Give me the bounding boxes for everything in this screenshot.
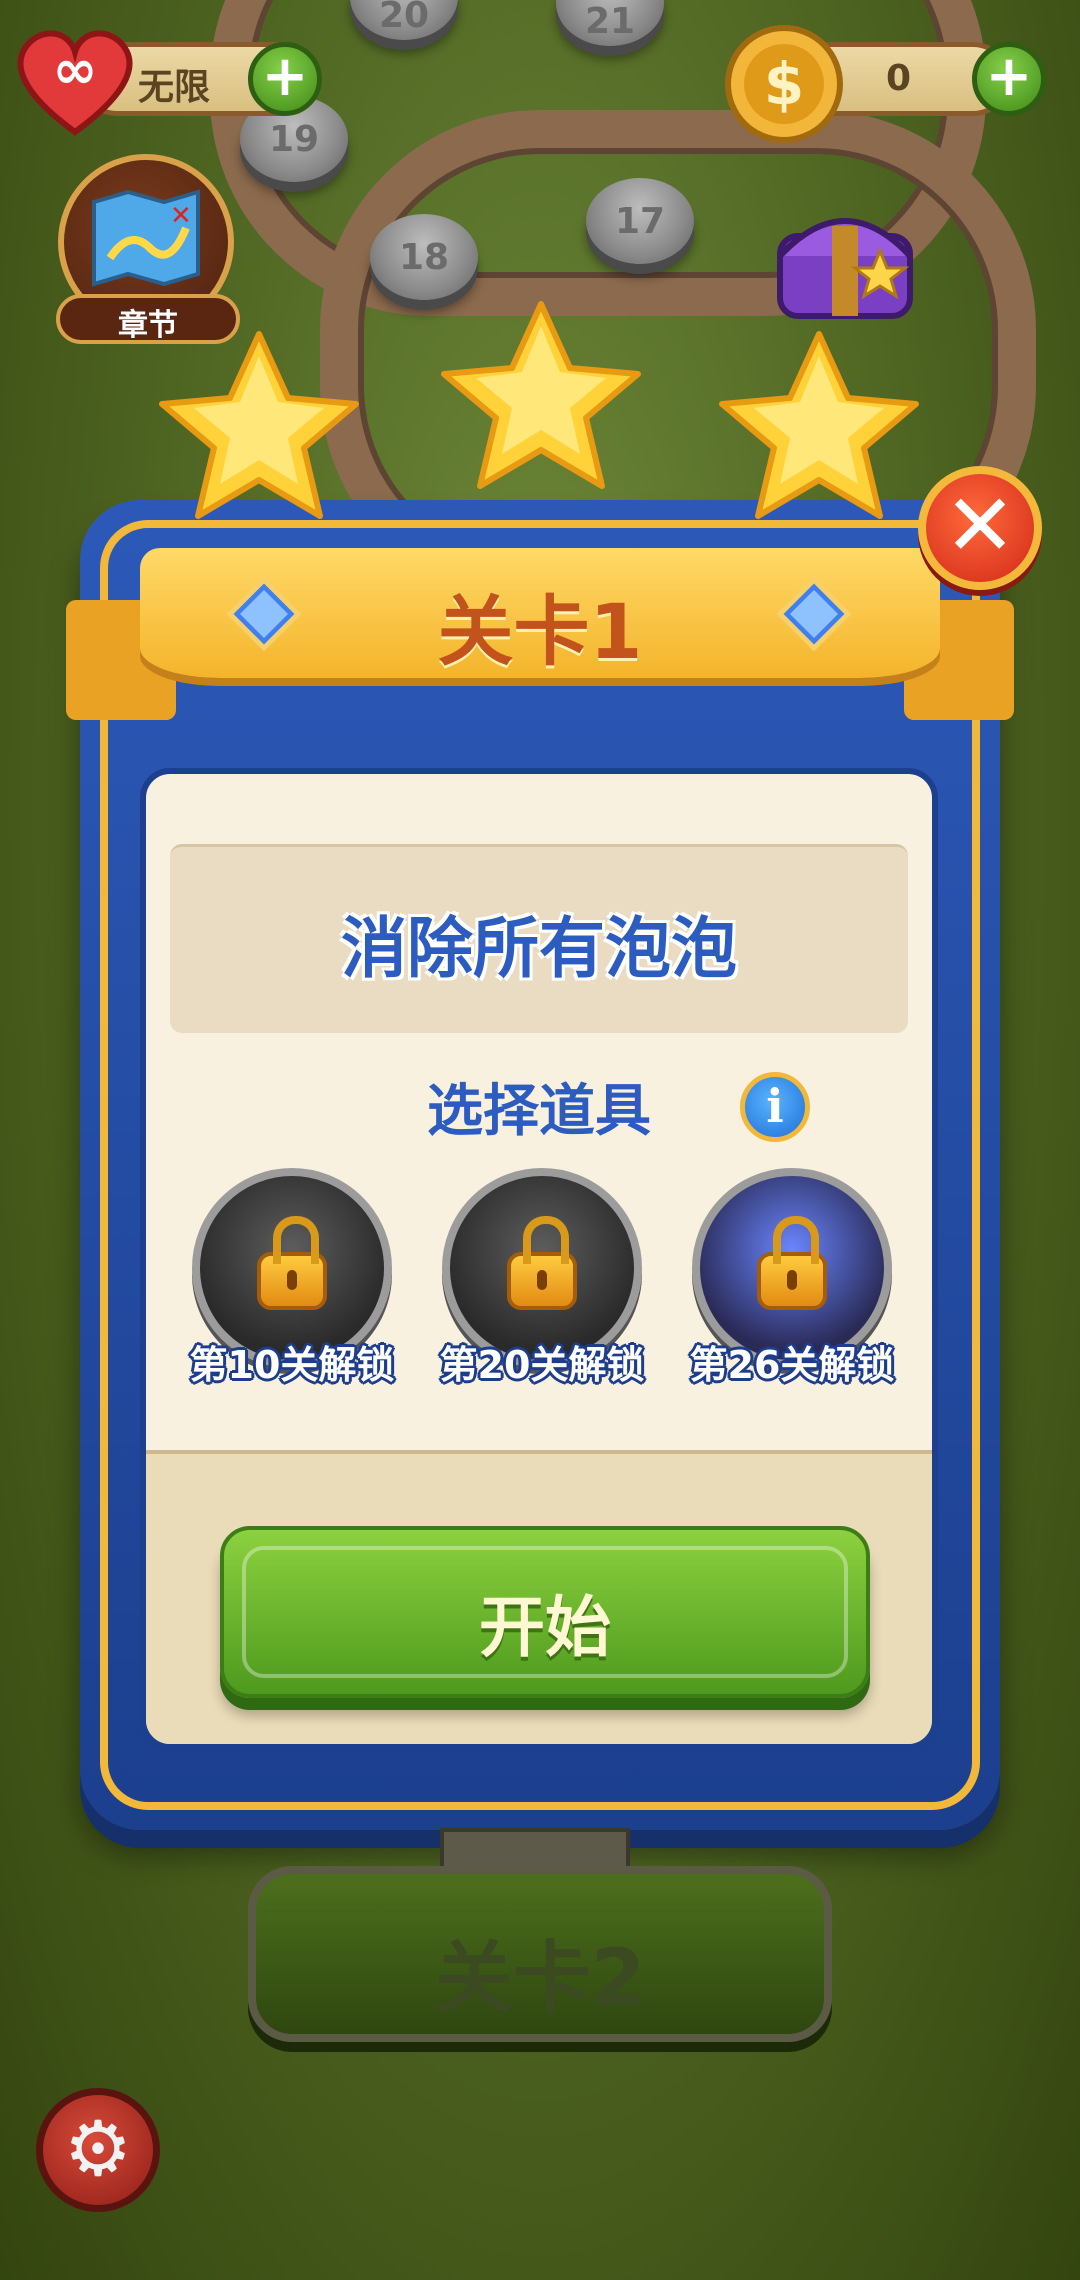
- start-button[interactable]: 开始: [220, 1526, 870, 1698]
- heart-infinity-icon: ∞: [17, 30, 133, 136]
- lock-icon: [507, 1216, 577, 1310]
- next-level-button[interactable]: 关卡2: [248, 1866, 832, 2042]
- lock-icon: [757, 1216, 827, 1310]
- booster-unlock-label: 第20关解锁: [439, 1343, 645, 1387]
- map-level-number: 17: [614, 200, 666, 242]
- coin-icon: $: [725, 25, 843, 143]
- map-level-number: 20: [378, 0, 430, 36]
- map-level-node[interactable]: 17: [586, 178, 694, 264]
- start-button-label: 开始: [479, 1589, 611, 1666]
- map-level-number: 18: [398, 236, 450, 278]
- info-button[interactable]: i: [740, 1072, 810, 1142]
- map-level-number: 21: [584, 1, 636, 42]
- svg-text:∞: ∞: [53, 38, 98, 101]
- next-level-label: 关卡2: [434, 1934, 646, 2024]
- map-icon: ✕: [92, 189, 200, 287]
- treasure-chest-icon[interactable]: [770, 196, 920, 326]
- star-icon: [159, 331, 359, 519]
- svg-text:$: $: [764, 50, 804, 118]
- booster-unlock-label: 第10关解锁: [189, 1343, 395, 1387]
- close-button[interactable]: ✕: [918, 466, 1042, 590]
- settings-gear-icon[interactable]: ⚙: [36, 2088, 160, 2212]
- goal-box: 消除所有泡泡: [170, 844, 908, 1033]
- svg-text:✕: ✕: [170, 201, 192, 231]
- map-level-number: 19: [268, 118, 320, 160]
- star-icon: [441, 301, 641, 489]
- chapter-button[interactable]: ✕ 章节: [56, 154, 240, 344]
- booster-unlock-label: 第26关解锁: [689, 1343, 895, 1387]
- add-lives-button[interactable]: +: [248, 42, 322, 116]
- lock-icon: [257, 1216, 327, 1310]
- map-level-node[interactable]: 18: [370, 214, 478, 300]
- lives-label: 无限: [138, 67, 211, 108]
- star-icon: [719, 331, 919, 519]
- add-coins-button[interactable]: +: [972, 42, 1046, 116]
- coins-value: 0: [886, 58, 912, 99]
- boosters-heading: 选择道具: [427, 1079, 651, 1144]
- level-goal: 消除所有泡泡: [341, 910, 737, 987]
- level-title: 关卡1: [437, 587, 643, 676]
- level-popup-content: 消除所有泡泡 选择道具 i 第10关解锁 第20关解锁 第26关解锁 开始: [140, 768, 938, 1750]
